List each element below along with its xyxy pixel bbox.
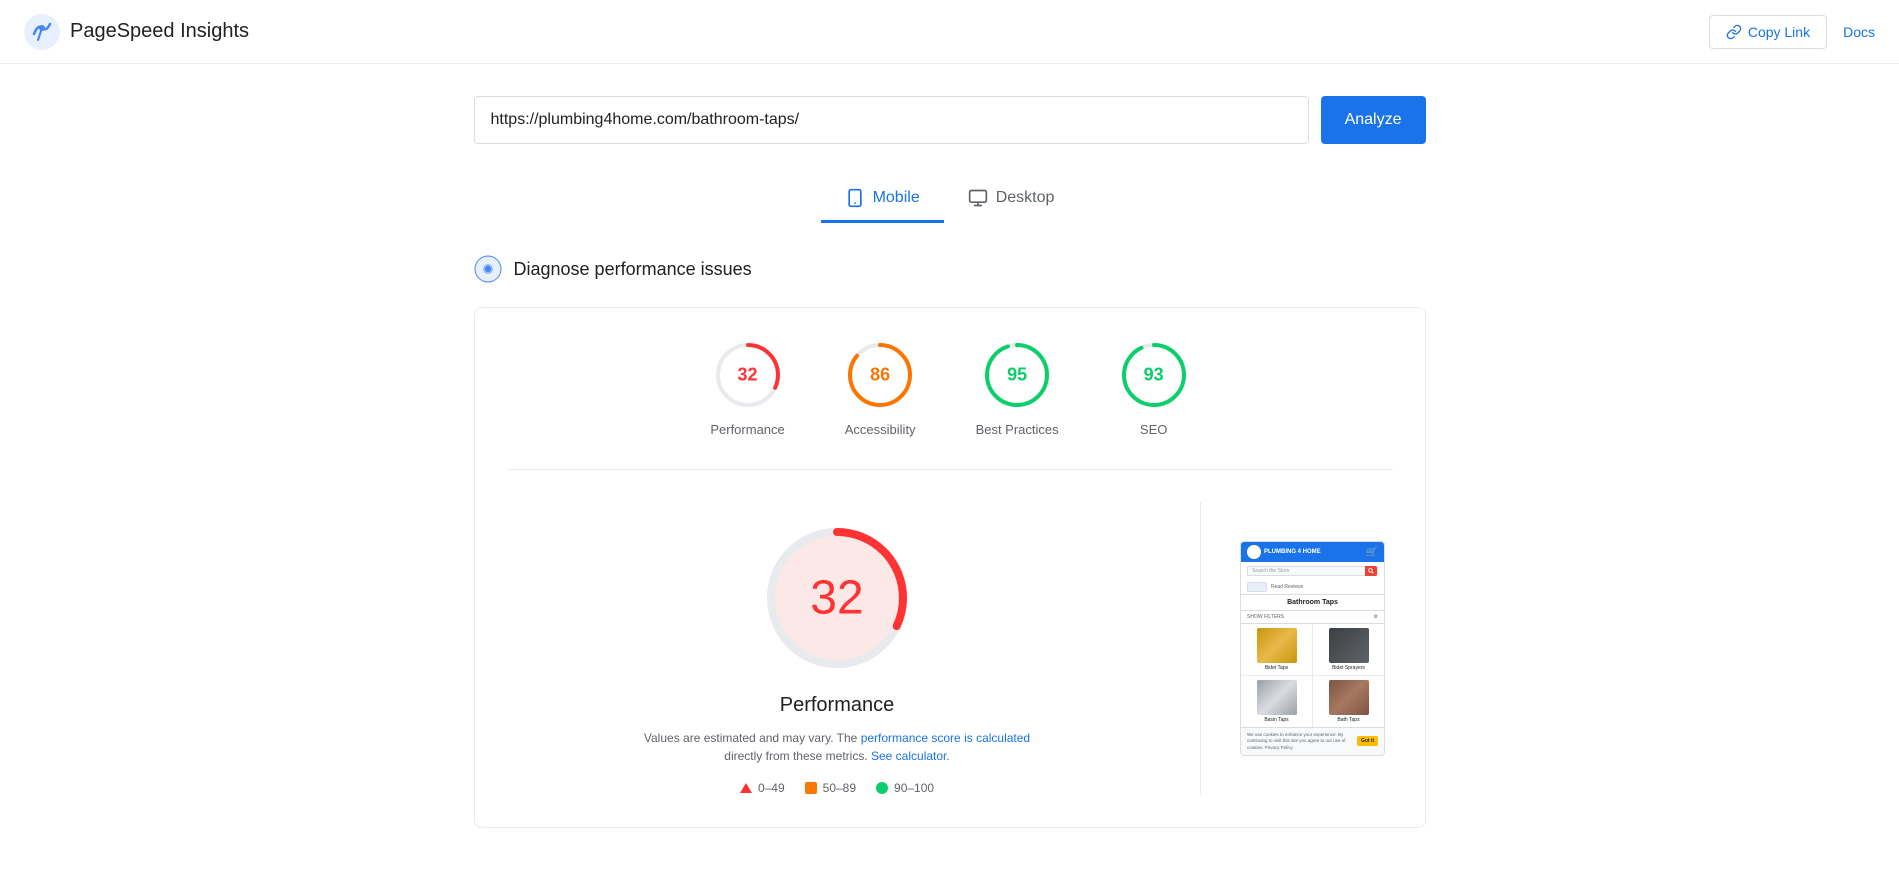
link-icon [1726, 24, 1742, 40]
screenshot-trust-badge: Read Reviews [1241, 580, 1384, 595]
screenshot-product-3: Bath Taps [1313, 676, 1384, 727]
screenshot-product-1: Bidet Sprayers [1313, 624, 1384, 675]
results-card: 32 Performance 86 Accessibility [474, 307, 1426, 828]
docs-link[interactable]: Docs [1843, 24, 1875, 40]
product-img-1 [1329, 628, 1369, 663]
score-item-seo[interactable]: 93 SEO [1119, 340, 1189, 437]
main-content: Analyze Mobile Desktop Diagnose performa [450, 64, 1450, 860]
orange-square-icon [805, 782, 817, 794]
score-item-accessibility[interactable]: 86 Accessibility [845, 340, 916, 437]
copy-link-button[interactable]: Copy Link [1709, 15, 1827, 49]
section-heading: Diagnose performance issues [474, 255, 1426, 283]
screenshot-search-btn [1365, 566, 1377, 576]
score-note: Values are estimated and may vary. The p… [637, 729, 1037, 765]
seo-circle: 93 [1119, 340, 1189, 410]
performance-label: Performance [710, 422, 784, 437]
perf-score-link[interactable]: performance score is calculated [861, 731, 1030, 745]
product-img-0 [1257, 628, 1297, 663]
screenshot-badge-text: Read Reviews [1271, 584, 1303, 590]
legend-red: 0–49 [740, 781, 785, 795]
product-img-2 [1257, 680, 1297, 715]
logo-text: PageSpeed Insights [70, 20, 249, 43]
screenshot-cart-icon: 🛒 [1366, 547, 1378, 558]
accessibility-score: 86 [870, 365, 890, 386]
legend-orange: 50–89 [805, 781, 856, 795]
calculator-link[interactable]: See calculator. [871, 749, 950, 763]
red-triangle-icon [740, 783, 752, 793]
screenshot-title: Bathroom Taps [1241, 595, 1384, 611]
screenshot-filter: SHOW FILTERS ⚙ [1241, 611, 1384, 624]
screenshot-header: PLUMBING 4 HOME 🛒 [1241, 542, 1384, 562]
screenshot-search-bar: Search the Store [1252, 568, 1365, 574]
tab-desktop[interactable]: Desktop [944, 176, 1079, 223]
screenshot-search: Search the Store [1247, 566, 1378, 576]
mobile-icon [845, 188, 865, 208]
screenshot-preview: PLUMBING 4 HOME 🛒 Search the Store [1240, 541, 1385, 756]
screenshot-product-0: Bidet Taps [1241, 624, 1312, 675]
screenshot-cookie-btn: Got it [1357, 736, 1378, 746]
score-item-performance[interactable]: 32 Performance [710, 340, 784, 437]
accessibility-label: Accessibility [845, 422, 916, 437]
screenshot-cookie-banner: We use cookies to enhance your experienc… [1241, 727, 1384, 755]
scores-row: 32 Performance 86 Accessibility [507, 340, 1393, 470]
detail-area: 32 Performance Values are estimated and … [507, 502, 1393, 795]
header-right: Copy Link Docs [1709, 15, 1875, 49]
green-circle-icon [876, 782, 888, 794]
performance-score: 32 [738, 365, 758, 386]
analyze-button[interactable]: Analyze [1321, 96, 1426, 144]
url-bar-container: Analyze [474, 96, 1426, 144]
legend-row: 0–49 50–89 90–100 [740, 781, 934, 795]
best-practices-score: 95 [1007, 365, 1027, 386]
tab-mobile[interactable]: Mobile [821, 176, 944, 223]
big-performance-score: 32 [810, 571, 863, 626]
seo-score: 93 [1144, 365, 1164, 386]
detail-right: PLUMBING 4 HOME 🛒 Search the Store [1233, 502, 1393, 795]
url-input[interactable] [474, 96, 1309, 144]
big-performance-label: Performance [780, 694, 895, 717]
screenshot-product-2: Basin Taps [1241, 676, 1312, 727]
desktop-icon [968, 188, 988, 208]
tabs-container: Mobile Desktop [474, 176, 1426, 223]
performance-circle: 32 [713, 340, 783, 410]
diagnose-icon [474, 255, 502, 283]
best-practices-circle: 95 [982, 340, 1052, 410]
accessibility-circle: 86 [845, 340, 915, 410]
seo-label: SEO [1140, 422, 1167, 437]
product-img-3 [1329, 680, 1369, 715]
screenshot-badge-logo [1247, 582, 1267, 592]
vertical-divider [1200, 502, 1201, 795]
screenshot-logo-icon [1247, 545, 1261, 559]
big-performance-circle: 32 [757, 518, 917, 678]
legend-green: 90–100 [876, 781, 934, 795]
screenshot-grid: Bidet Taps Bidet Sprayers Basin Taps [1241, 624, 1384, 727]
score-item-best-practices[interactable]: 95 Best Practices [976, 340, 1059, 437]
header: PageSpeed Insights Copy Link Docs [0, 0, 1899, 64]
detail-left: 32 Performance Values are estimated and … [507, 502, 1168, 795]
pagespeed-logo-icon [24, 14, 60, 50]
logo-area: PageSpeed Insights [24, 14, 249, 50]
screenshot-logo-text: PLUMBING 4 HOME [1264, 549, 1321, 555]
best-practices-label: Best Practices [976, 422, 1059, 437]
screenshot-logo-area: PLUMBING 4 HOME [1247, 545, 1362, 559]
